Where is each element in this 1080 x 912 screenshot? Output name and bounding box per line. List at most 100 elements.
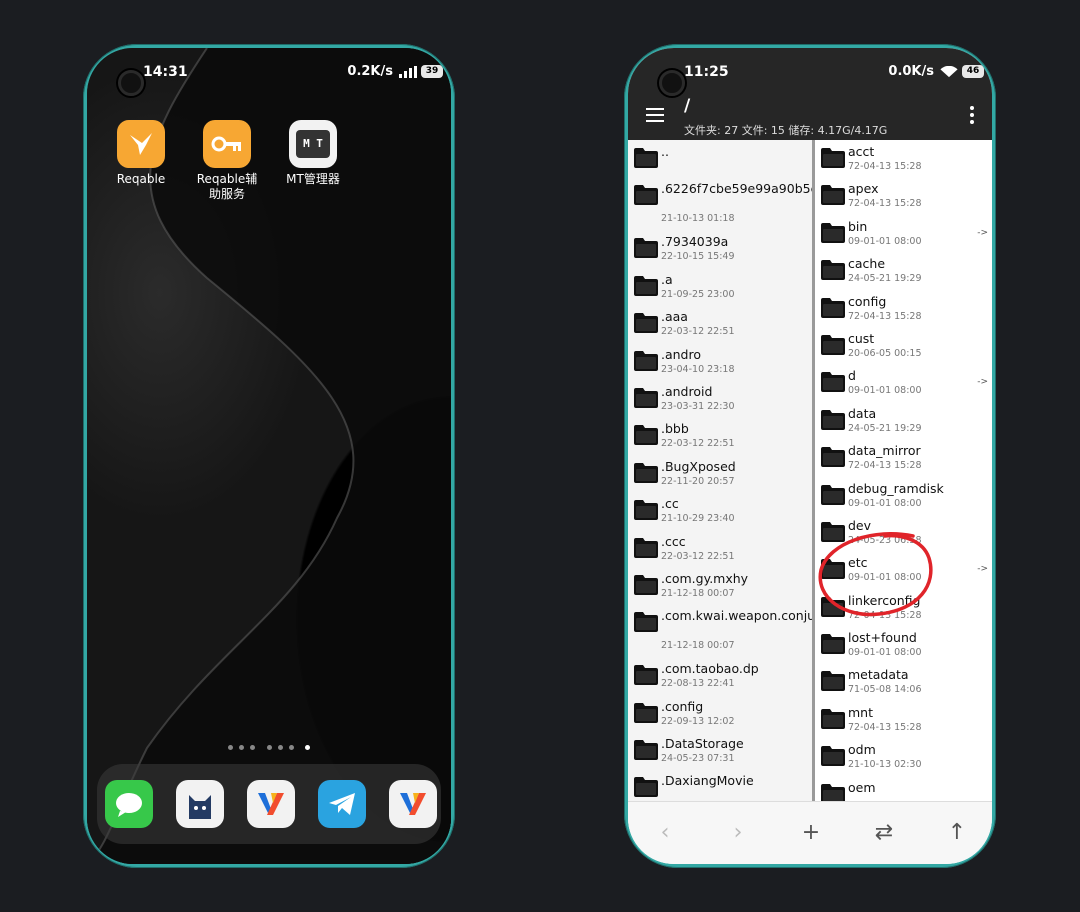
file-row[interactable]: .ccc 22-03-12 22:51 (628, 530, 812, 567)
file-row[interactable]: .bbb 22-03-12 22:51 (628, 417, 812, 454)
file-name: .. (661, 144, 669, 159)
file-row[interactable]: oem (815, 776, 992, 802)
file-row[interactable]: cust 20-06-05 00:15 (815, 327, 992, 364)
network-speed: 0.0K/s (888, 64, 934, 79)
file-row[interactable]: metadata 71-05-08 14:06 (815, 663, 992, 700)
file-name: .com.gy.mxhy (661, 570, 749, 586)
cat-app-icon[interactable] (176, 780, 224, 828)
file-row[interactable]: .DaxiangMovie (628, 769, 812, 802)
folder-icon (634, 313, 658, 334)
right-phone: 11:25 0.0K/s 46 / 文件夹: 27 文件: 15 储存: 4.1… (624, 44, 996, 868)
status-time: 11:25 (684, 64, 729, 80)
status-bar: 14:31 0.2K/s 39 (87, 48, 451, 88)
file-row[interactable]: .android 23-03-31 22:30 (628, 380, 812, 417)
symlink-indicator: -> (977, 377, 988, 388)
file-name: .android (661, 383, 713, 399)
home-screen: 14:31 0.2K/s 39 Reqable Reqable辅助服务 M T (87, 48, 451, 864)
app-reqable[interactable]: Reqable (101, 120, 181, 187)
right-file-pane[interactable]: acct 72-04-13 15:28 apex 72-04-13 15:28 bin 0… (815, 140, 992, 802)
file-row[interactable]: d 09-01-01 08:00 -> (815, 364, 992, 401)
file-row[interactable]: data_mirror 72-04-13 15:28 (815, 439, 992, 476)
folder-icon (634, 777, 658, 798)
file-row[interactable]: .config 22-09-13 12:02 (628, 695, 812, 732)
app-reqable-helper[interactable]: Reqable辅助服务 (187, 120, 267, 202)
file-row[interactable]: .DataStorage 24-05-23 07:31 (628, 732, 812, 769)
file-row[interactable]: data 24-05-21 19:29 (815, 402, 992, 439)
file-row[interactable]: lost+found 09-01-01 08:00 (815, 626, 992, 663)
file-name: metadata (848, 667, 909, 683)
folder-icon (821, 783, 845, 802)
mt-manager-app: 11:25 0.0K/s 46 / 文件夹: 27 文件: 15 储存: 4.1… (628, 48, 992, 864)
file-row[interactable]: .aaa 22-03-12 22:51 (628, 305, 812, 342)
file-date: 21-12-18 00:07 (661, 640, 735, 652)
up-directory-icon[interactable]: ↑ (942, 818, 972, 848)
file-date: 72-04-13 15:28 (848, 460, 922, 472)
back-icon[interactable]: ‹ (650, 818, 680, 848)
status-time: 14:31 (143, 64, 188, 80)
file-row[interactable]: .andro 23-04-10 23:18 (628, 343, 812, 380)
file-name: odm (848, 742, 876, 758)
file-row[interactable]: .a 21-09-25 23:00 (628, 268, 812, 305)
file-row[interactable]: .com.taobao.dp 22-08-13 22:41 (628, 657, 812, 694)
folder-icon (634, 702, 658, 723)
bottom-toolbar: ‹ › + ⇄ ↑ (628, 801, 992, 864)
file-row[interactable]: bin 09-01-01 08:00 -> (815, 215, 992, 252)
file-date: 72-04-13 15:28 (848, 310, 922, 322)
file-name: .DataStorage (661, 736, 744, 752)
v-app-icon-2[interactable] (389, 780, 437, 828)
file-row[interactable]: config 72-04-13 15:28 (815, 290, 992, 327)
folder-icon (634, 238, 658, 259)
file-date: 22-03-12 22:51 (661, 550, 735, 562)
file-name: .com.kwai.weapon.conjure (661, 608, 815, 624)
left-file-pane[interactable]: .. .6226f7cbe59e99a90b5cef6f94f966fd 21-10… (628, 140, 815, 802)
signal-icon (399, 66, 417, 78)
file-row[interactable]: odm 21-10-13 02:30 (815, 738, 992, 775)
file-row[interactable]: cache 24-05-21 19:29 (815, 252, 992, 289)
file-name: bin (848, 218, 868, 234)
file-date: 71-05-08 14:06 (848, 684, 922, 696)
more-options-icon[interactable] (970, 106, 974, 127)
file-row[interactable]: .cc 21-10-29 23:40 (628, 492, 812, 529)
file-row[interactable]: .6226f7cbe59e99a90b5cef6f94f966fd 21-10-1… (628, 177, 812, 230)
file-row[interactable]: .. (628, 140, 812, 177)
file-row[interactable]: apex 72-04-13 15:28 (815, 177, 992, 214)
file-row[interactable]: .BugXposed 22-11-20 20:57 (628, 455, 812, 492)
file-date: 21-10-29 23:40 (661, 513, 735, 525)
file-row[interactable]: .com.kwai.weapon.conjure 21-12-18 00:07 (628, 604, 812, 657)
telegram-icon[interactable] (318, 780, 366, 828)
file-row[interactable]: debug_ramdisk 09-01-01 08:00 (815, 477, 992, 514)
file-date: 09-01-01 08:00 (848, 235, 922, 247)
file-row[interactable]: mnt 72-04-13 15:28 (815, 701, 992, 738)
battery-icon: 39 (421, 65, 443, 78)
folder-icon (634, 185, 658, 206)
swap-panes-icon[interactable]: ⇄ (869, 818, 899, 848)
file-name: .a (661, 271, 673, 287)
file-name: .ccc (661, 533, 686, 549)
storage-info: 文件夹: 27 文件: 15 储存: 4.17G/4.17G (684, 124, 888, 137)
file-row[interactable]: .7934039a 22-10-15 15:49 (628, 230, 812, 267)
file-date: 23-03-31 22:30 (661, 400, 735, 412)
add-icon[interactable]: + (796, 818, 826, 848)
file-name: mnt (848, 704, 873, 720)
folder-icon (634, 462, 658, 483)
v-app-icon[interactable] (247, 780, 295, 828)
folder-icon (821, 148, 845, 168)
file-date: 72-04-13 15:28 (848, 721, 922, 733)
messages-icon[interactable] (105, 780, 153, 828)
file-name: config (848, 293, 887, 309)
file-name: .andro (661, 346, 702, 362)
file-name: cache (848, 256, 886, 272)
folder-icon (634, 612, 658, 633)
folder-icon (821, 671, 845, 692)
file-name: oem (848, 779, 876, 795)
app-label: MT管理器 (286, 172, 340, 186)
app-mt-manager[interactable]: M T MT管理器 (273, 120, 353, 187)
menu-icon[interactable] (646, 108, 664, 122)
wifi-icon (940, 66, 958, 78)
file-row[interactable]: .com.gy.mxhy 21-12-18 00:07 (628, 567, 812, 604)
file-date: 09-01-01 08:00 (848, 497, 922, 509)
file-name: debug_ramdisk (848, 480, 944, 496)
file-row[interactable]: acct 72-04-13 15:28 (815, 140, 992, 177)
forward-icon[interactable]: › (723, 818, 753, 848)
symlink-indicator: -> (977, 227, 988, 238)
